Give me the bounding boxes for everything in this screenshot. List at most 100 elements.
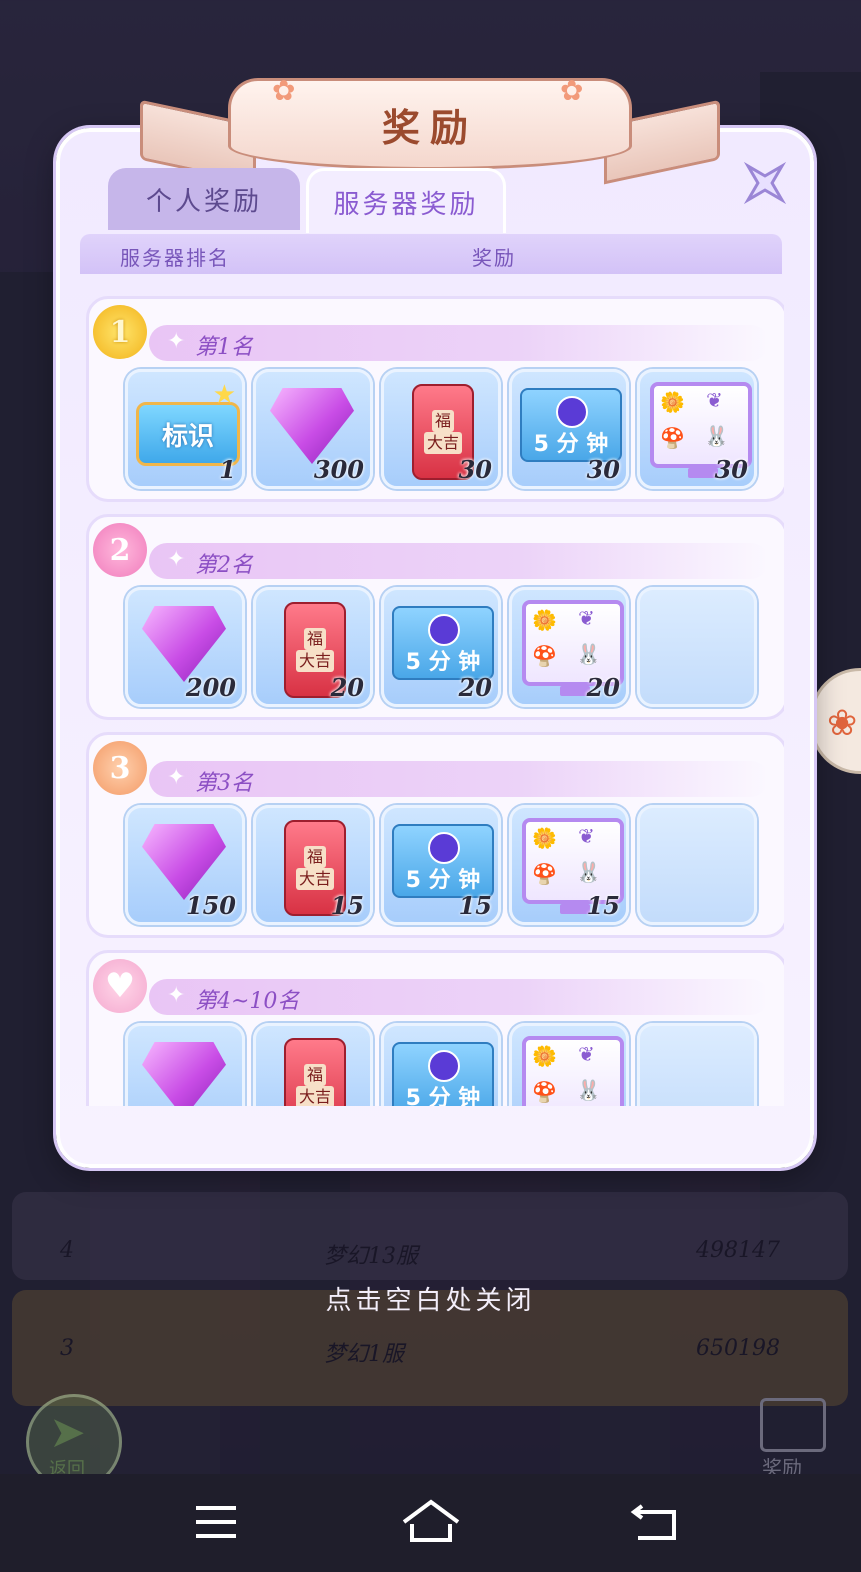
flower-icon: ✿ xyxy=(560,74,584,107)
clock-icon xyxy=(428,1050,460,1082)
reward-item[interactable]: 5 分 钟 15 xyxy=(381,805,501,925)
back-arrow-icon: ➤ xyxy=(49,1407,86,1458)
reward-item[interactable]: 🌼 ❦ 🍄 🐰 30 xyxy=(637,369,757,489)
butterfly-icon: ❦ xyxy=(578,606,595,630)
flower-icon: ✿ xyxy=(272,74,296,107)
reward-item[interactable]: 5 分 钟 20 xyxy=(381,587,501,707)
tab-personal-reward[interactable]: 个人奖励 xyxy=(108,168,300,230)
reward-item[interactable]: 200 xyxy=(125,587,245,707)
mushroom-icon: 🍄 xyxy=(532,862,557,886)
item-quantity: 20 xyxy=(330,673,364,702)
mushroom-icon: 🍄 xyxy=(532,644,557,668)
charm-text: 大吉 xyxy=(295,1086,334,1106)
item-quantity: 30 xyxy=(458,455,492,484)
butterfly-icon: ❦ xyxy=(706,388,723,412)
screen-stand xyxy=(560,904,590,914)
heart-icon: ♥ xyxy=(93,959,147,1013)
charm-text: 福 xyxy=(303,846,326,868)
tier-card: ✦ 第3名 3 150 福 大吉 15 5 分 钟 15 🌼 ❦ 🍄 🐰 15 xyxy=(86,732,784,938)
reward-item[interactable]: 福 大吉 20 xyxy=(253,587,373,707)
timer-text: 5 分 钟 xyxy=(533,432,609,457)
flower-icon: 🌼 xyxy=(532,1044,557,1068)
item-quantity: 1 xyxy=(219,455,236,484)
screen-stand xyxy=(560,686,590,696)
flower-icon: 🌼 xyxy=(660,390,685,414)
home-button[interactable] xyxy=(396,1494,466,1550)
sparkle-icon: ✦ xyxy=(167,329,186,354)
menu-button[interactable] xyxy=(180,1494,250,1550)
diamond-icon xyxy=(270,388,354,464)
tier-card: ✦ 第4~10名 ♥ 100 福 大吉 10 5 分 钟 10 xyxy=(86,950,784,1106)
item-quantity: 15 xyxy=(586,891,620,920)
item-quantity: 15 xyxy=(330,891,364,920)
medal-gold: 1 xyxy=(93,305,147,359)
timer-text: 5 分 钟 xyxy=(405,1086,481,1106)
column-reward: 奖励 xyxy=(472,246,516,270)
item-quantity: 20 xyxy=(458,673,492,702)
medal-bronze: 3 xyxy=(93,741,147,795)
diamond-icon xyxy=(142,824,226,900)
table-header: 服务器排名 奖励 xyxy=(80,234,782,274)
empty-slot xyxy=(637,1023,757,1106)
reward-item[interactable]: 300 xyxy=(253,369,373,489)
reward-item[interactable]: 🌼 ❦ 🍄 🐰 15 xyxy=(509,805,629,925)
timer-text: 5 分 钟 xyxy=(405,868,481,893)
back-nav-button[interactable] xyxy=(620,1494,690,1550)
flower-icon: 🌼 xyxy=(532,826,557,850)
flower-icon: 🌼 xyxy=(532,608,557,632)
lucky-charm-icon: 福 大吉 xyxy=(284,1038,346,1106)
bunny-icon: 🐰 xyxy=(576,1078,601,1102)
charm-text: 福 xyxy=(431,410,454,432)
reward-item[interactable]: 5 分 钟 30 xyxy=(509,369,629,489)
sparkle-icon: ✦ xyxy=(167,983,186,1008)
tier-label: 第1名 xyxy=(195,335,253,360)
item-quantity: 30 xyxy=(714,455,748,484)
reward-item[interactable]: 🌼 ❦ 🍄 🐰 10 xyxy=(509,1023,629,1106)
sparkle-icon: ✦ xyxy=(167,547,186,572)
timer-icon: 5 分 钟 xyxy=(392,606,494,680)
reward-list[interactable]: ✦ 第1名 1 标识 ★ 1 300 福 大吉 30 5 分 钟 30 🌼 ❦ … xyxy=(86,282,784,1106)
reward-item[interactable]: 福 大吉 15 xyxy=(253,805,373,925)
mushroom-icon: 🍄 xyxy=(660,426,685,450)
reward-item[interactable]: 150 xyxy=(125,805,245,925)
tier-card: ✦ 第1名 1 标识 ★ 1 300 福 大吉 30 5 分 钟 30 🌼 ❦ … xyxy=(86,296,784,502)
system-nav-bar xyxy=(0,1474,861,1572)
timer-text: 5 分 钟 xyxy=(405,650,481,675)
diamond-icon xyxy=(142,1042,226,1106)
reward-item[interactable]: 100 xyxy=(125,1023,245,1106)
clock-icon xyxy=(428,614,460,646)
star-icon: ★ xyxy=(212,380,236,410)
item-quantity: 15 xyxy=(458,891,492,920)
column-rank: 服务器排名 xyxy=(120,246,230,270)
clock-icon xyxy=(556,396,588,428)
item-quantity: 200 xyxy=(185,673,236,702)
close-icon xyxy=(743,161,787,205)
reward-item[interactable]: 福 大吉 10 xyxy=(253,1023,373,1106)
reward-button[interactable]: 奖励 xyxy=(752,1394,832,1484)
reward-item[interactable]: 5 分 钟 10 xyxy=(381,1023,501,1106)
item-quantity: 20 xyxy=(586,673,620,702)
tab-server-reward[interactable]: 服务器奖励 xyxy=(306,168,506,233)
home-icon xyxy=(402,1499,460,1542)
mushroom-icon: 🍄 xyxy=(532,1080,557,1104)
reward-item[interactable]: 标识 ★ 1 xyxy=(125,369,245,489)
tier-card: ✦ 第2名 2 200 福 大吉 20 5 分 钟 20 🌼 ❦ 🍄 🐰 20 xyxy=(86,514,784,720)
bunny-icon: 🐰 xyxy=(576,642,601,666)
tab-bar: 个人奖励 服务器奖励 xyxy=(108,168,506,233)
title-ribbon: 奖励 ✿ ✿ xyxy=(140,74,720,185)
menu-icon xyxy=(196,1506,236,1538)
clock-icon xyxy=(428,832,460,864)
close-button[interactable] xyxy=(736,154,794,212)
reward-item[interactable]: 福 大吉 30 xyxy=(381,369,501,489)
item-quantity: 30 xyxy=(586,455,620,484)
charm-text: 福 xyxy=(303,628,326,650)
charm-text: 福 xyxy=(303,1064,326,1086)
bunny-icon: 🐰 xyxy=(704,424,729,448)
butterfly-icon: ❦ xyxy=(578,824,595,848)
modal-title: 奖励 xyxy=(381,104,478,150)
gift-box-icon xyxy=(760,1398,826,1452)
timer-icon: 5 分 钟 xyxy=(520,388,622,462)
reward-item[interactable]: 🌼 ❦ 🍄 🐰 20 xyxy=(509,587,629,707)
charm-text: 大吉 xyxy=(295,650,334,672)
close-hint[interactable]: 点击空白处关闭 xyxy=(0,1280,861,1317)
